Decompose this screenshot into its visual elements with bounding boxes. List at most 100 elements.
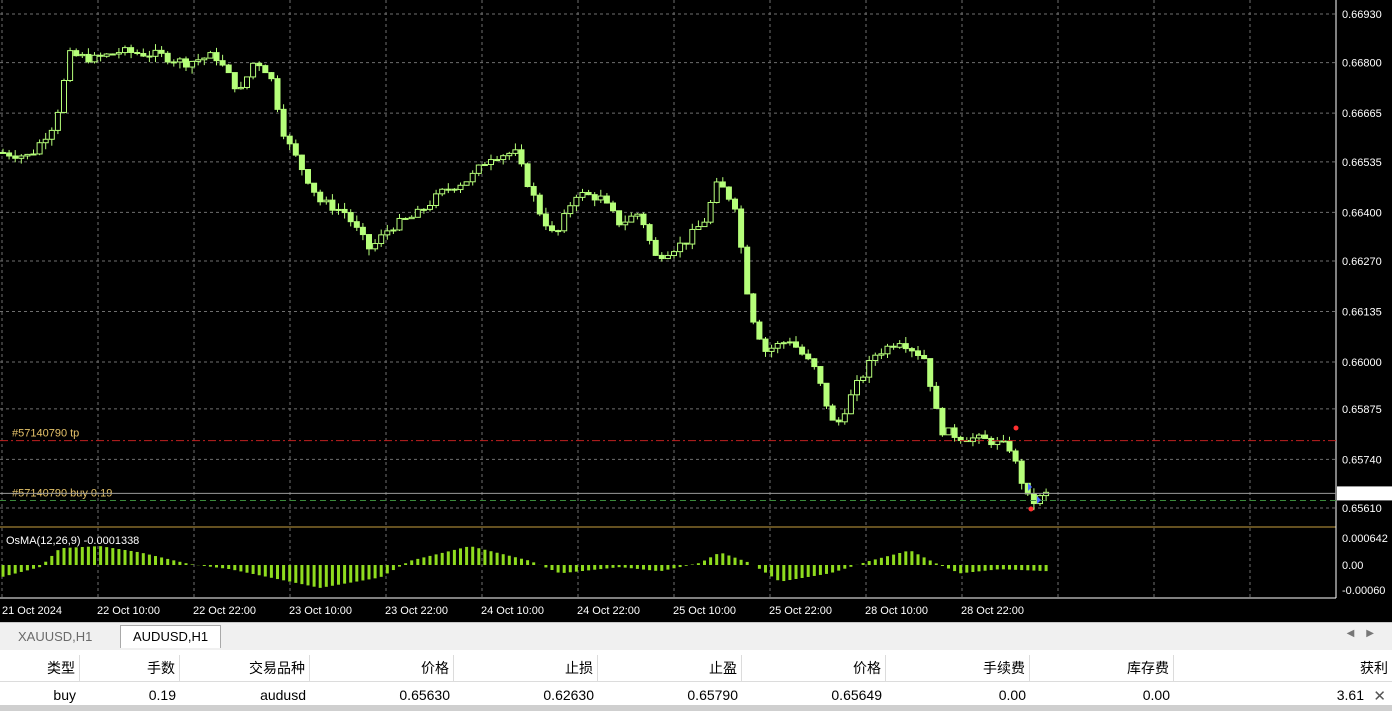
time-axis-label: 25 Oct 10:00	[673, 605, 736, 617]
scroll-right-icon[interactable]: ▶	[1366, 628, 1386, 639]
candle	[530, 186, 537, 196]
candle	[91, 54, 98, 63]
candle	[823, 382, 830, 407]
price-chart[interactable]: 0.66930 0.66800 0.66665 0.66535 0.66400 0.662…	[0, 0, 1392, 622]
candle	[622, 221, 629, 226]
candle	[305, 169, 311, 184]
header-open-price[interactable]: 价格	[310, 655, 454, 681]
candle	[378, 234, 385, 245]
scroll-left-icon[interactable]: ◀	[1347, 628, 1367, 639]
candle	[292, 143, 299, 156]
candle	[189, 60, 196, 68]
candle	[939, 407, 946, 436]
candle	[469, 172, 476, 183]
candle	[677, 242, 684, 253]
tab-xauusd[interactable]: XAUUSD,H1	[6, 626, 104, 648]
candle	[982, 434, 989, 439]
candle	[640, 213, 647, 226]
price-axis-label: 0.66800	[1342, 58, 1382, 70]
candle	[402, 217, 409, 220]
candle	[652, 239, 659, 256]
header-profit[interactable]: 获利	[1174, 655, 1392, 681]
horizontal-scrollbar[interactable]	[0, 705, 1392, 711]
header-symbol[interactable]: 交易品种	[180, 655, 310, 681]
candle	[567, 205, 574, 215]
candle	[579, 191, 586, 198]
candle	[1006, 440, 1013, 452]
candle	[854, 380, 860, 396]
candle	[268, 72, 275, 80]
header-current-price[interactable]: 价格	[742, 655, 886, 681]
candle	[463, 181, 470, 186]
candle	[518, 149, 525, 165]
candle	[719, 181, 726, 188]
candle	[616, 210, 623, 226]
candle	[805, 353, 812, 360]
candle	[695, 226, 702, 230]
price-axis-label: 0.65740	[1342, 454, 1382, 466]
candle	[231, 72, 238, 90]
price-axis-label: 0.66400	[1342, 207, 1382, 219]
header-type[interactable]: 类型	[0, 655, 80, 681]
candle	[85, 53, 92, 63]
price-axis-label: 0.66535	[1342, 157, 1382, 169]
candle	[109, 53, 116, 56]
candle	[170, 61, 177, 64]
candle	[908, 348, 915, 352]
table-header-row: 类型 手数 交易品种 价格 止损 止盈 价格 手续费 库存费 获利	[0, 655, 1392, 682]
header-swap[interactable]: 库存费	[1030, 655, 1174, 681]
candle	[366, 234, 372, 250]
candle	[73, 50, 80, 57]
time-axis-label: 28 Oct 10:00	[865, 605, 928, 617]
candle	[414, 208, 421, 218]
candle	[610, 202, 616, 212]
price-axis-label: 0.65875	[1342, 404, 1382, 416]
candle	[890, 345, 897, 348]
candle	[713, 181, 720, 203]
candle	[225, 64, 232, 74]
candle	[115, 52, 122, 55]
header-lots[interactable]: 手数	[80, 655, 180, 681]
time-axis-label: 24 Oct 10:00	[481, 605, 544, 617]
candle	[274, 78, 281, 110]
candle	[475, 164, 482, 174]
candle	[6, 152, 13, 157]
candle	[347, 212, 354, 223]
candle	[79, 53, 86, 57]
candle	[732, 198, 738, 210]
candle	[744, 246, 751, 295]
candle	[634, 213, 641, 217]
header-take-profit[interactable]: 止盈	[598, 655, 742, 681]
candle	[176, 58, 183, 63]
candle	[1043, 491, 1050, 497]
candle	[67, 50, 74, 82]
chart-canvas[interactable]: 0.66930 0.66800 0.66665 0.66535 0.66400 0.662…	[0, 0, 1392, 622]
candle	[30, 153, 37, 156]
candle	[12, 155, 19, 159]
candle	[835, 419, 842, 423]
candle	[207, 52, 214, 59]
candle	[811, 358, 818, 368]
candle	[585, 191, 592, 196]
price-axis-label: 0.66135	[1342, 307, 1382, 319]
candle	[829, 405, 836, 421]
tab-scroll-arrows[interactable]: ◀▶	[1347, 628, 1386, 639]
candle	[42, 138, 49, 144]
candle	[219, 60, 226, 66]
osma-indicator-label: OsMA(12,26,9) -0.0001338	[6, 535, 139, 547]
price-axis-label: 0.66930	[1342, 9, 1382, 21]
candle	[195, 59, 202, 62]
header-stop-loss[interactable]: 止损	[454, 655, 598, 681]
close-icon[interactable]: ✕	[1373, 687, 1386, 705]
candle	[286, 135, 293, 145]
candle	[933, 385, 940, 409]
tab-audusd[interactable]: AUDUSD,H1	[120, 625, 222, 648]
header-commission[interactable]: 手续费	[886, 655, 1030, 681]
trade-marker	[1013, 425, 1019, 431]
candle	[36, 142, 43, 155]
osma-axis-label: -0.00060	[1342, 585, 1385, 597]
candle	[689, 228, 696, 245]
candle	[628, 215, 635, 223]
candle	[671, 251, 677, 256]
candle	[329, 199, 336, 211]
